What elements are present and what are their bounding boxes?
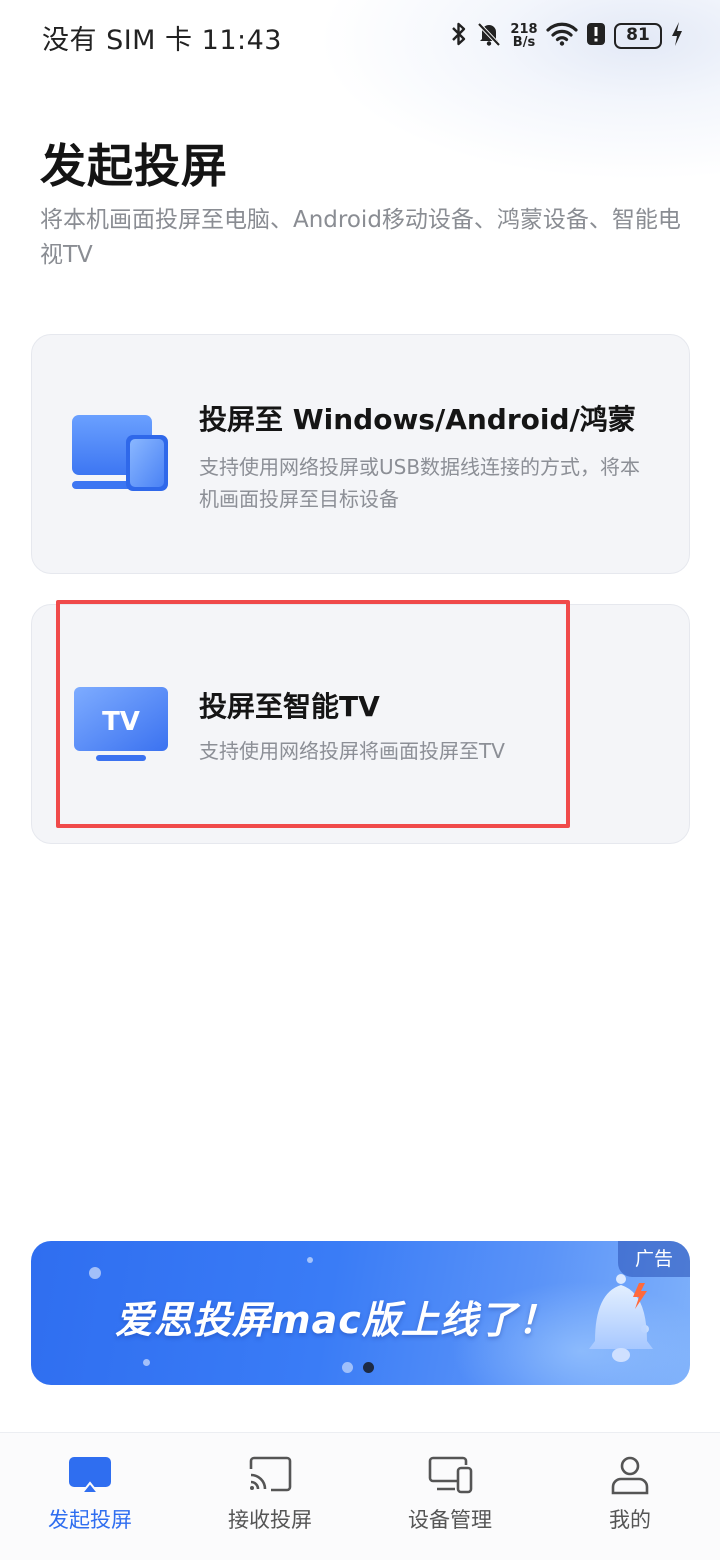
banner-sparkle bbox=[89, 1267, 101, 1279]
bluetooth-icon bbox=[450, 21, 468, 51]
promo-banner[interactable]: 爱思投屏mac版上线了！ 广告 bbox=[31, 1241, 690, 1385]
cast-to-windows-android-harmony-card[interactable]: 投屏至 Windows/Android/鸿蒙 支持使用网络投屏或USB数据线连接… bbox=[31, 334, 690, 574]
bottom-navigation: 发起投屏 接收投屏 设备管理 我的 bbox=[0, 1432, 720, 1560]
network-speed-unit: B/s bbox=[512, 35, 536, 50]
status-bar: 没有 SIM 卡 11:43 218 B/s 81 bbox=[0, 0, 720, 72]
card-description: 支持使用网络投屏或USB数据线连接的方式，将本机画面投屏至目标设备 bbox=[199, 455, 641, 511]
pagination-dot-active[interactable] bbox=[363, 1362, 374, 1373]
nav-label: 接收投屏 bbox=[228, 1508, 312, 1532]
banner-sparkle bbox=[143, 1359, 150, 1366]
device-manage-icon bbox=[427, 1455, 473, 1499]
ad-label: 广告 bbox=[618, 1241, 690, 1277]
mute-bell-icon bbox=[476, 21, 502, 51]
banner-sparkle bbox=[307, 1257, 313, 1263]
alert-icon bbox=[586, 21, 606, 51]
cast-screen-icon bbox=[67, 1455, 113, 1499]
receive-cast-icon bbox=[247, 1455, 293, 1499]
wifi-icon bbox=[546, 22, 578, 50]
pagination-dot[interactable] bbox=[342, 1362, 353, 1373]
battery-icon: 81 bbox=[614, 23, 662, 49]
card-title: 投屏至 Windows/Android/鸿蒙 bbox=[199, 403, 636, 436]
charging-icon bbox=[670, 21, 684, 51]
nav-label: 发起投屏 bbox=[48, 1508, 132, 1532]
highlight-annotation-box bbox=[56, 600, 570, 828]
bell-icon bbox=[581, 1271, 661, 1371]
nav-label: 设备管理 bbox=[408, 1508, 492, 1532]
nav-tab-me[interactable]: 我的 bbox=[540, 1433, 720, 1560]
banner-text: 爱思投屏mac版上线了！ bbox=[115, 1298, 557, 1342]
nav-tab-device-manage[interactable]: 设备管理 bbox=[360, 1433, 540, 1560]
status-carrier-time: 没有 SIM 卡 11:43 bbox=[42, 25, 282, 56]
page-subtitle: 将本机画面投屏至电脑、Android移动设备、鸿蒙设备、智能电视TV bbox=[40, 207, 681, 268]
nav-label: 我的 bbox=[609, 1508, 651, 1532]
profile-icon bbox=[607, 1455, 653, 1499]
nav-tab-start-cast[interactable]: 发起投屏 bbox=[0, 1433, 180, 1560]
nav-tab-receive-cast[interactable]: 接收投屏 bbox=[180, 1433, 360, 1560]
status-icons: 218 B/s 81 bbox=[450, 18, 684, 54]
network-speed: 218 B/s bbox=[510, 23, 538, 49]
devices-icon bbox=[70, 413, 170, 497]
banner-pagination bbox=[342, 1362, 374, 1373]
page-title: 发起投屏 bbox=[40, 139, 228, 193]
